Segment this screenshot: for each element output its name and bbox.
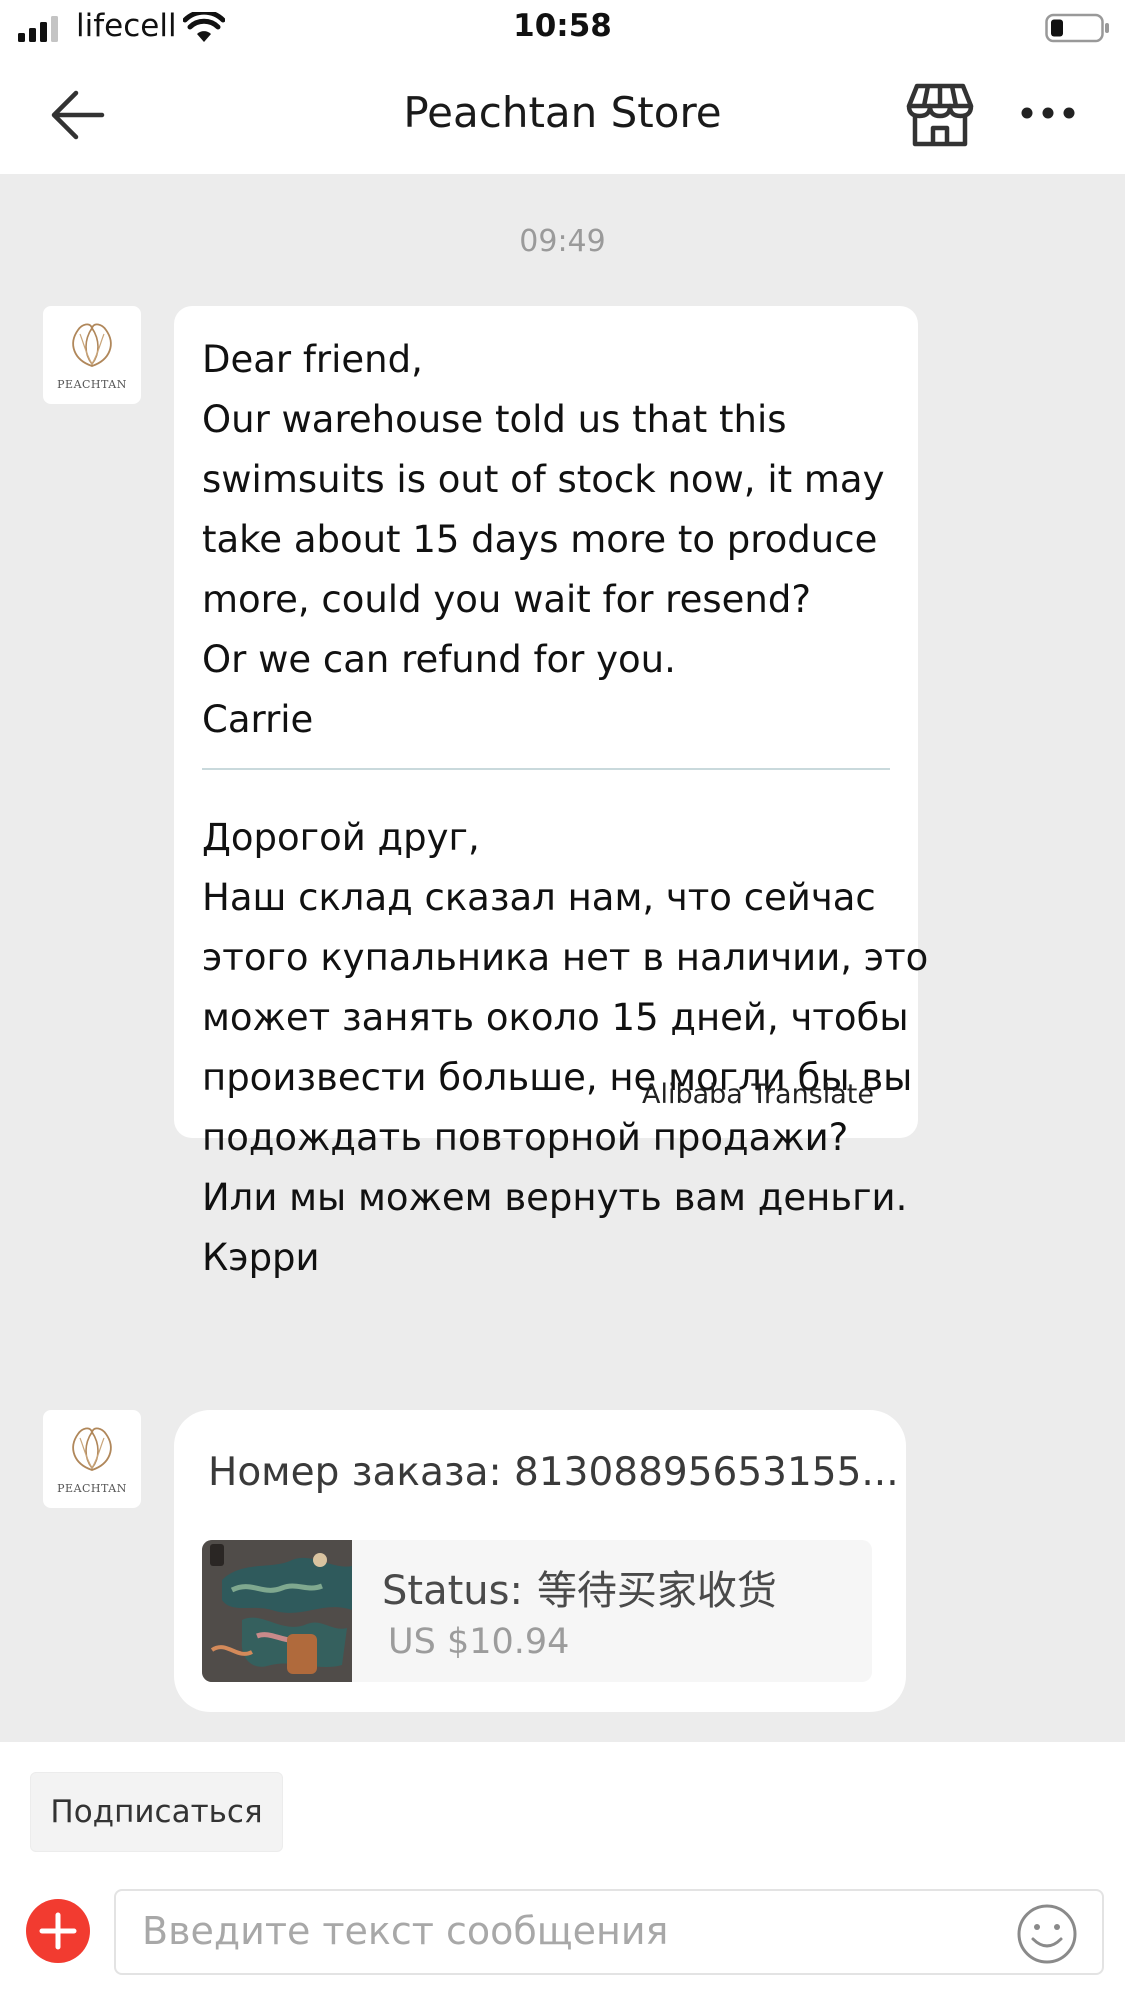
message-line: more, could you wait for resend? (202, 578, 811, 621)
message-line: Carrie (202, 698, 314, 741)
translated-line: может занять около 15 дней, чтобы (202, 996, 909, 1039)
order-bubble[interactable]: Номер заказа: 81308895653155... Status: 等… (174, 1410, 906, 1712)
store-icon[interactable] (905, 82, 975, 148)
order-status-value: 等待买家收货 (536, 1568, 777, 1614)
avatar-caption: PEACHTAN (57, 1482, 127, 1495)
translated-line: Кэрри (202, 1236, 320, 1279)
message-input[interactable]: Введите текст сообщения (114, 1889, 1104, 1975)
message-line: Our warehouse told us that this (202, 398, 787, 441)
order-price: US $10.94 (388, 1622, 570, 1662)
product-thumbnail[interactable] (202, 1540, 352, 1682)
message-line: Or we can refund for you. (202, 638, 676, 681)
translated-line: Наш склад сказал нам, что сейчас (202, 876, 876, 919)
order-status: Status: 等待买家收货 (382, 1558, 777, 1616)
message-bubble[interactable]: Dear friend, Our warehouse told us that … (174, 306, 928, 1279)
translated-line: Или мы можем вернуть вам деньги. (202, 1176, 908, 1219)
add-attachment-icon[interactable] (26, 1899, 90, 1963)
composer-area: Подписаться Введите текст сообщения (0, 1742, 1125, 2000)
translated-line: этого купальника нет в наличии, это (202, 936, 929, 979)
message-input-placeholder: Введите текст сообщения (142, 1909, 669, 1953)
clock: 10:58 (513, 8, 612, 44)
order-status-label: Status: (382, 1568, 523, 1614)
store-avatar[interactable]: PEACHTAN (43, 306, 141, 404)
back-arrow-icon[interactable] (48, 85, 108, 145)
message-line: swimsuits is out of stock now, it may (202, 458, 885, 501)
peachtan-logo-icon (72, 323, 112, 367)
subscribe-button[interactable]: Подписаться (30, 1772, 283, 1852)
translate-credit: Alibaba Translate (641, 1079, 874, 1110)
store-avatar[interactable]: PEACHTAN (43, 1410, 141, 1508)
emoji-icon[interactable] (1016, 1903, 1078, 1965)
message-line: take about 15 days more to produce (202, 518, 878, 561)
peachtan-logo-icon (72, 1427, 112, 1471)
order-card[interactable]: Status: 等待买家收货 US $10.94 (202, 1540, 872, 1682)
more-icon[interactable] (1020, 98, 1076, 128)
navigation-bar: Peachtan Store (0, 58, 1125, 174)
status-bar: lifecell 10:58 (0, 0, 1125, 58)
order-number: Номер заказа: 81308895653155... (208, 1450, 899, 1495)
message-timestamp: 09:49 (519, 224, 606, 259)
message-line: Dear friend, (202, 338, 423, 381)
translated-message: Дорогой друг, Наш склад сказал нам, что … (174, 808, 929, 1288)
original-message: Dear friend, Our warehouse told us that … (174, 306, 918, 750)
translated-line: подождать повторной продажи? (202, 1116, 849, 1159)
battery-icon (1045, 13, 1109, 43)
avatar-caption: PEACHTAN (57, 378, 127, 391)
chat-area[interactable]: 09:49 PEACHTAN Dear friend, Our warehous… (0, 174, 1125, 1742)
translation-divider (202, 768, 890, 770)
translated-line: Дорогой друг, (202, 816, 480, 859)
